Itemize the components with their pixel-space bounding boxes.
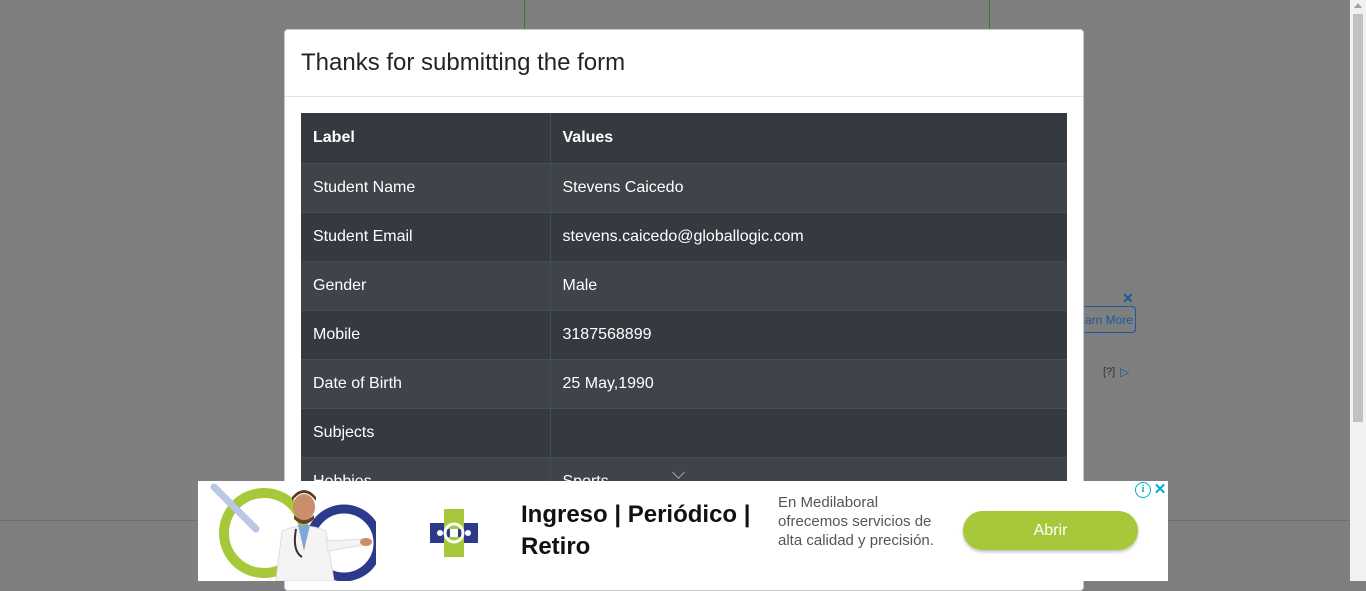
row-value: Male xyxy=(550,260,1067,310)
table-row: Subjects xyxy=(301,407,1067,457)
column-header-values: Values xyxy=(550,113,1067,163)
ad-close-icon[interactable]: ✕ xyxy=(1152,482,1168,498)
ad-info-icon[interactable]: i xyxy=(1135,482,1151,498)
background-divider-right xyxy=(989,0,990,29)
row-label: Student Email xyxy=(301,211,551,261)
row-value: 25 May,1990 xyxy=(550,358,1067,408)
ad-headline[interactable]: Ingreso | Periódico | Retiro xyxy=(521,499,761,563)
row-value: Stevens Caicedo xyxy=(550,162,1067,212)
page-scrollbar[interactable] xyxy=(1350,0,1366,581)
adchoices-icon[interactable]: ▷ xyxy=(1120,365,1129,379)
row-value: 3187568899 xyxy=(550,309,1067,359)
background-ad-help[interactable]: [?] xyxy=(1103,366,1115,378)
medilaboral-logo-icon xyxy=(430,509,478,557)
row-value: stevens.caicedo@globallogic.com xyxy=(550,211,1067,261)
scroll-thumb[interactable] xyxy=(1353,14,1363,422)
row-label: Mobile xyxy=(301,309,551,359)
row-label: Date of Birth xyxy=(301,358,551,408)
table-row: Student Name Stevens Caicedo xyxy=(301,162,1067,212)
row-label: Gender xyxy=(301,260,551,310)
doctor-photo xyxy=(210,483,376,581)
modal-header: Thanks for submitting the form xyxy=(285,30,1083,97)
table-header-row: Label Values xyxy=(301,113,1067,163)
scroll-up-arrow-icon[interactable] xyxy=(1354,3,1362,8)
table-row: Gender Male xyxy=(301,260,1067,310)
background-divider-left xyxy=(524,0,525,29)
modal-body: Label Values Student Name Stevens Caiced… xyxy=(285,97,1083,506)
ad-open-button[interactable]: Abrir xyxy=(963,511,1138,550)
row-value xyxy=(550,407,1067,457)
background-ad-close-icon[interactable]: ✕ xyxy=(1122,290,1134,307)
results-table: Label Values Student Name Stevens Caiced… xyxy=(301,113,1067,506)
row-label: Subjects xyxy=(301,407,551,457)
ad-description: En Medilaboral ofrecemos servicios de al… xyxy=(778,494,934,549)
table-row: Mobile 3187568899 xyxy=(301,309,1067,359)
table-row: Date of Birth 25 May,1990 xyxy=(301,358,1067,408)
row-label: Student Name xyxy=(301,162,551,212)
column-header-label: Label xyxy=(301,113,551,163)
banner-ad[interactable]: Ingreso | Periódico | Retiro En Medilabo… xyxy=(198,481,1168,581)
modal-title: Thanks for submitting the form xyxy=(301,49,626,76)
table-row: Student Email stevens.caicedo@globallogi… xyxy=(301,211,1067,261)
